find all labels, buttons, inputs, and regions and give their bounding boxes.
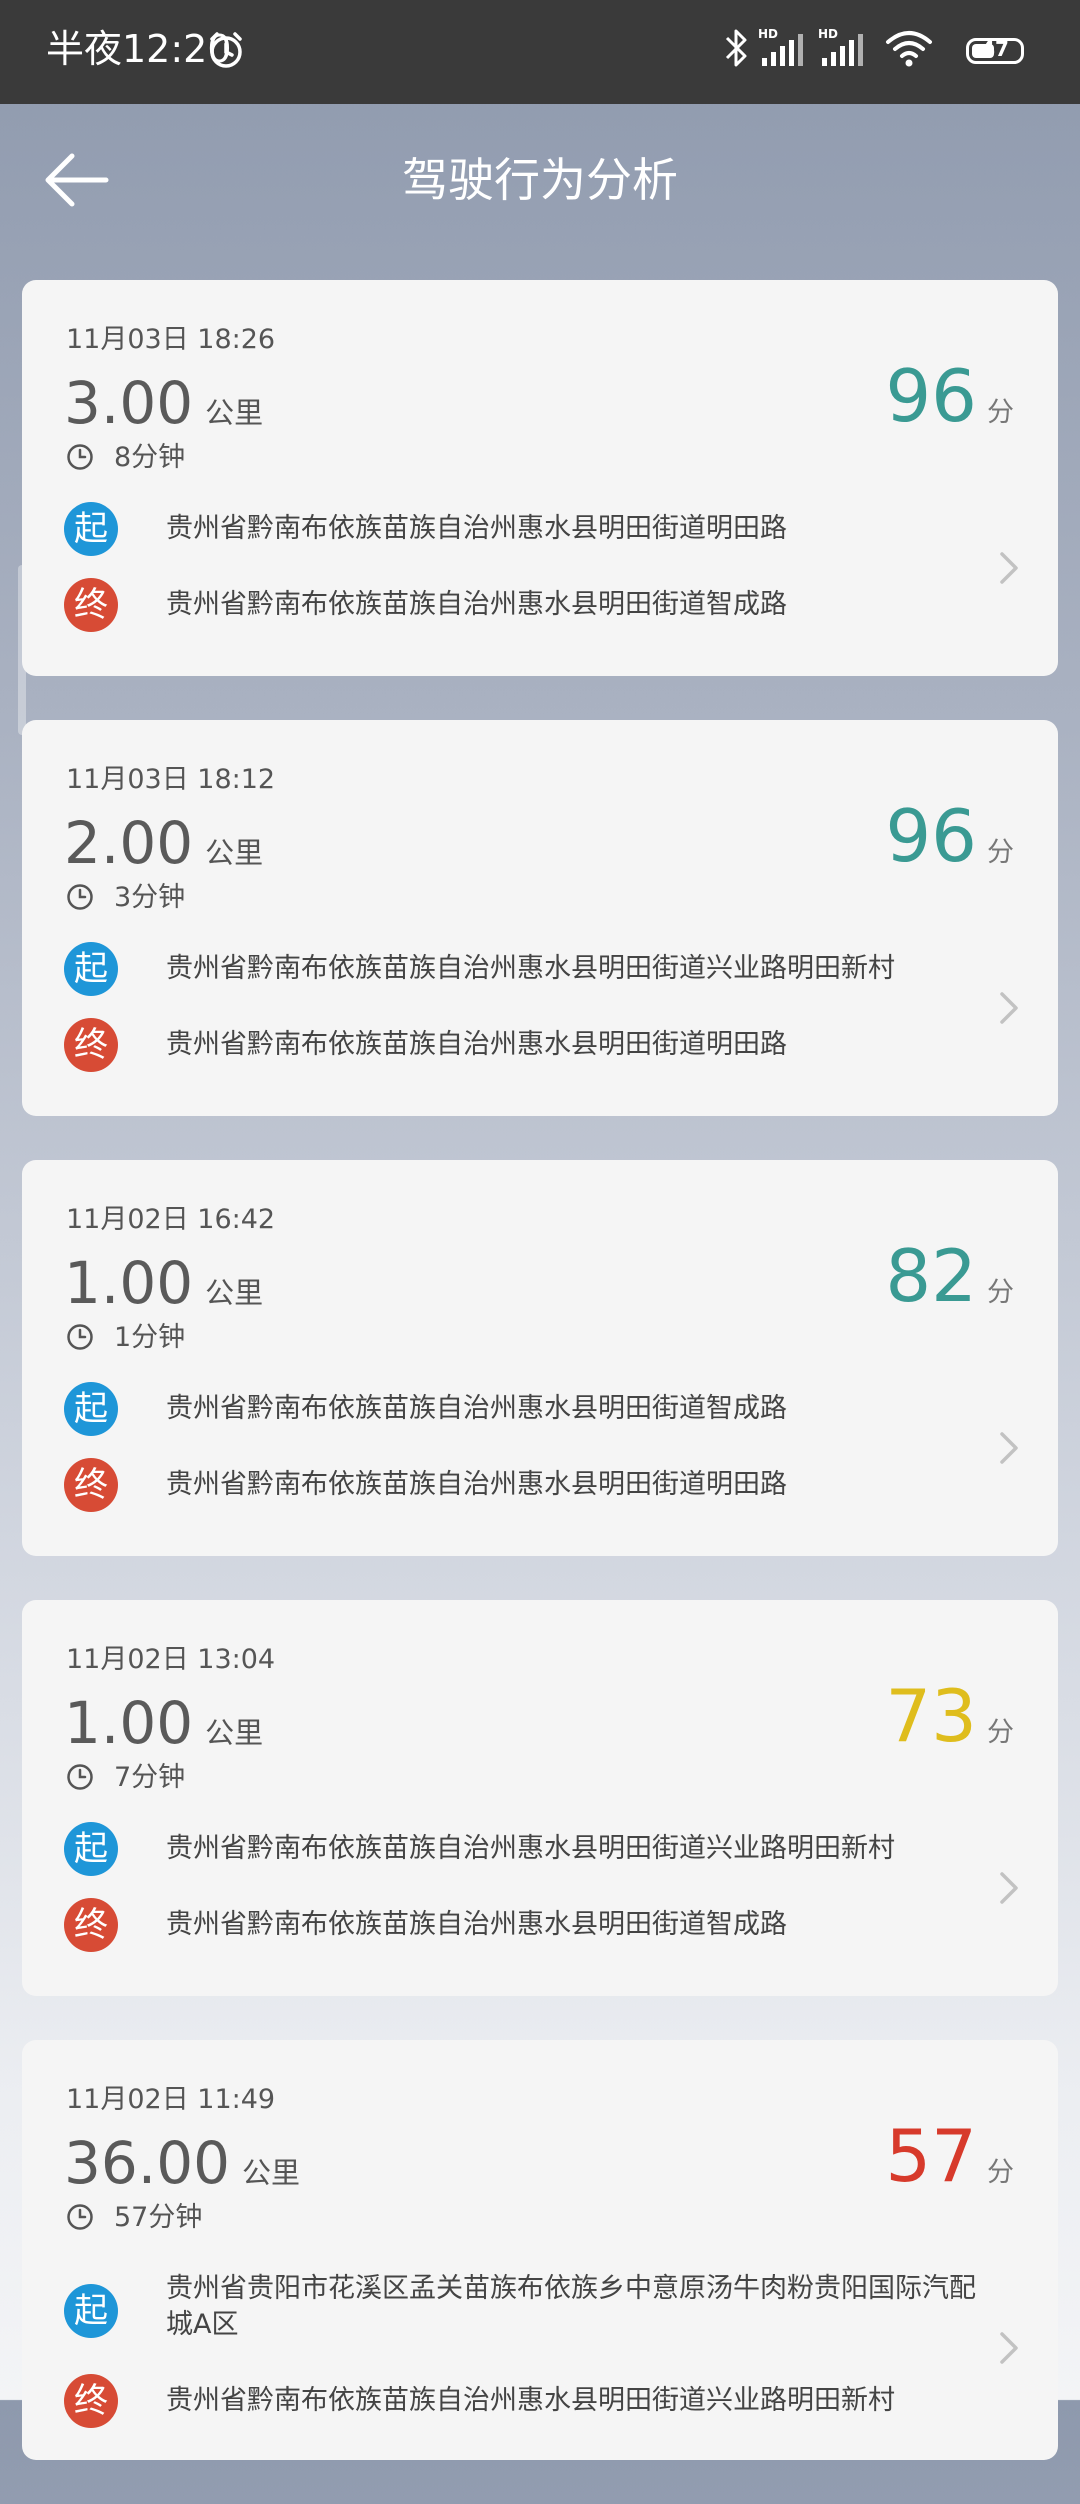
chevron-right-icon[interactable] bbox=[996, 988, 1022, 1028]
clock-icon bbox=[67, 1324, 93, 1350]
trip-score: 73 分 bbox=[885, 1676, 1014, 1756]
status-bar: 半夜12:20 HD HD 47 bbox=[0, 0, 1080, 104]
battery-level: 47 bbox=[981, 37, 1009, 61]
start-badge: 起 bbox=[64, 942, 118, 996]
trip-start-address: 贵州省贵阳市花溪区孟关苗族布依族乡中意原汤牛肉粉贵阳国际汽配城A区 bbox=[166, 2273, 976, 2340]
trip-card[interactable]: 11月02日 11:49 36.00 公里 57分钟 57 分 起 贵州省贵阳市花溪… bbox=[22, 2040, 1058, 2460]
end-badge: 终 bbox=[64, 1018, 118, 1072]
trip-distance-unit: 公里 bbox=[205, 1276, 264, 1310]
trip-duration: 7分钟 bbox=[66, 1760, 185, 1796]
trip-score: 96 分 bbox=[885, 796, 1014, 876]
trip-list: 11月03日 18:26 3.00 公里 8分钟 96 分 起 贵州省黔南布依族苗族… bbox=[22, 280, 1058, 2504]
trip-distance: 2.00 公里 bbox=[64, 808, 263, 888]
trip-duration-value: 57分钟 bbox=[114, 2202, 203, 2233]
trip-score-value: 96 bbox=[885, 794, 977, 878]
trip-end-address: 贵州省黔南布依族苗族自治州惠水县明田街道智成路 bbox=[166, 1909, 787, 1940]
clock-icon bbox=[67, 2204, 93, 2230]
trip-end-address: 贵州省黔南布依族苗族自治州惠水县明田街道明田路 bbox=[166, 1469, 787, 1500]
trip-distance-unit: 公里 bbox=[205, 1716, 264, 1750]
trip-duration: 8分钟 bbox=[66, 440, 185, 476]
trip-duration: 57分钟 bbox=[66, 2200, 202, 2236]
trip-distance: 36.00 公里 bbox=[64, 2128, 300, 2208]
trip-distance-value: 2.00 bbox=[64, 809, 194, 877]
trip-score: 96 分 bbox=[885, 356, 1014, 436]
end-badge: 终 bbox=[64, 1458, 118, 1512]
bluetooth-icon bbox=[725, 29, 747, 67]
trip-date: 11月02日 11:49 bbox=[66, 2084, 276, 2115]
trip-date: 11月03日 18:26 bbox=[66, 324, 276, 355]
trip-score-value: 96 bbox=[885, 354, 977, 438]
clock-icon bbox=[67, 884, 93, 910]
trip-duration-value: 1分钟 bbox=[114, 1322, 186, 1353]
trip-end-address: 贵州省黔南布依族苗族自治州惠水县明田街道兴业路明田新村 bbox=[166, 2385, 895, 2416]
chevron-right-icon[interactable] bbox=[996, 2328, 1022, 2368]
trip-distance: 3.00 公里 bbox=[64, 368, 263, 448]
trip-start-address: 贵州省黔南布依族苗族自治州惠水县明田街道兴业路明田新村 bbox=[166, 1833, 895, 1864]
trip-duration: 3分钟 bbox=[66, 880, 185, 916]
start-badge: 起 bbox=[64, 2284, 118, 2338]
trip-duration-value: 7分钟 bbox=[114, 1762, 186, 1793]
trip-distance: 1.00 公里 bbox=[64, 1688, 263, 1768]
chevron-right-icon[interactable] bbox=[996, 1868, 1022, 1908]
trip-duration-value: 8分钟 bbox=[114, 442, 186, 473]
start-badge: 起 bbox=[64, 502, 118, 556]
signal-hd-icon: HD bbox=[758, 27, 803, 66]
trip-distance-unit: 公里 bbox=[205, 396, 264, 430]
end-badge: 终 bbox=[64, 2374, 118, 2428]
trip-end-address: 贵州省黔南布依族苗族自治州惠水县明田街道明田路 bbox=[166, 1029, 787, 1060]
trip-card[interactable]: 11月03日 18:26 3.00 公里 8分钟 96 分 起 贵州省黔南布依族苗族… bbox=[22, 280, 1058, 676]
trip-duration-value: 3分钟 bbox=[114, 882, 186, 913]
trip-score-value: 73 bbox=[885, 1674, 977, 1758]
start-badge: 起 bbox=[64, 1822, 118, 1876]
trip-score-unit: 分 bbox=[987, 1717, 1014, 1748]
start-badge: 起 bbox=[64, 1382, 118, 1436]
chevron-right-icon[interactable] bbox=[996, 548, 1022, 588]
trip-score-unit: 分 bbox=[987, 837, 1014, 868]
trip-score-value: 57 bbox=[885, 2114, 977, 2198]
chevron-right-icon[interactable] bbox=[996, 1428, 1022, 1468]
trip-distance-value: 3.00 bbox=[64, 369, 194, 437]
end-badge: 终 bbox=[64, 578, 118, 632]
header: 驾驶行为分析 bbox=[0, 104, 1080, 256]
status-icons: HD HD 47 bbox=[724, 26, 1024, 76]
trip-date: 11月02日 16:42 bbox=[66, 1204, 276, 1235]
trip-date: 11月02日 13:04 bbox=[66, 1644, 276, 1675]
trip-distance: 1.00 公里 bbox=[64, 1248, 263, 1328]
clock-icon bbox=[67, 1764, 93, 1790]
trip-score: 57 分 bbox=[885, 2116, 1014, 2196]
page-title: 驾驶行为分析 bbox=[402, 153, 678, 207]
svg-text:HD: HD bbox=[818, 27, 838, 41]
status-time: 半夜12:20 bbox=[46, 27, 232, 71]
clock-icon bbox=[67, 444, 93, 470]
trip-card[interactable]: 11月03日 18:12 2.00 公里 3分钟 96 分 起 贵州省黔南布依族苗族… bbox=[22, 720, 1058, 1116]
trip-score-unit: 分 bbox=[987, 397, 1014, 428]
trip-card[interactable]: 11月02日 16:42 1.00 公里 1分钟 82 分 起 贵州省黔南布依族苗族… bbox=[22, 1160, 1058, 1556]
trip-distance-unit: 公里 bbox=[205, 836, 264, 870]
trip-score-unit: 分 bbox=[987, 1277, 1014, 1308]
trip-distance-unit: 公里 bbox=[242, 2156, 301, 2190]
trip-start-address: 贵州省黔南布依族苗族自治州惠水县明田街道智成路 bbox=[166, 1393, 787, 1424]
trip-date: 11月03日 18:12 bbox=[66, 764, 276, 795]
battery-icon: 47 bbox=[966, 37, 1024, 64]
alarm-icon bbox=[210, 32, 242, 68]
trip-distance-value: 1.00 bbox=[64, 1689, 194, 1757]
trip-score-value: 82 bbox=[885, 1234, 977, 1318]
wifi-icon bbox=[886, 31, 932, 67]
trip-score: 82 分 bbox=[885, 1236, 1014, 1316]
trip-distance-value: 36.00 bbox=[64, 2129, 231, 2197]
trip-score-unit: 分 bbox=[987, 2157, 1014, 2188]
trip-end-address: 贵州省黔南布依族苗族自治州惠水县明田街道智成路 bbox=[166, 589, 787, 620]
trip-card[interactable]: 11月02日 13:04 1.00 公里 7分钟 73 分 起 贵州省黔南布依族苗族… bbox=[22, 1600, 1058, 1996]
trip-duration: 1分钟 bbox=[66, 1320, 185, 1356]
svg-text:HD: HD bbox=[758, 27, 778, 41]
trip-start-address: 贵州省黔南布依族苗族自治州惠水县明田街道兴业路明田新村 bbox=[166, 953, 895, 984]
end-badge: 终 bbox=[64, 1898, 118, 1952]
trip-start-address: 贵州省黔南布依族苗族自治州惠水县明田街道明田路 bbox=[166, 513, 787, 544]
signal-hd-icon-2: HD bbox=[818, 27, 863, 66]
trip-distance-value: 1.00 bbox=[64, 1249, 194, 1317]
